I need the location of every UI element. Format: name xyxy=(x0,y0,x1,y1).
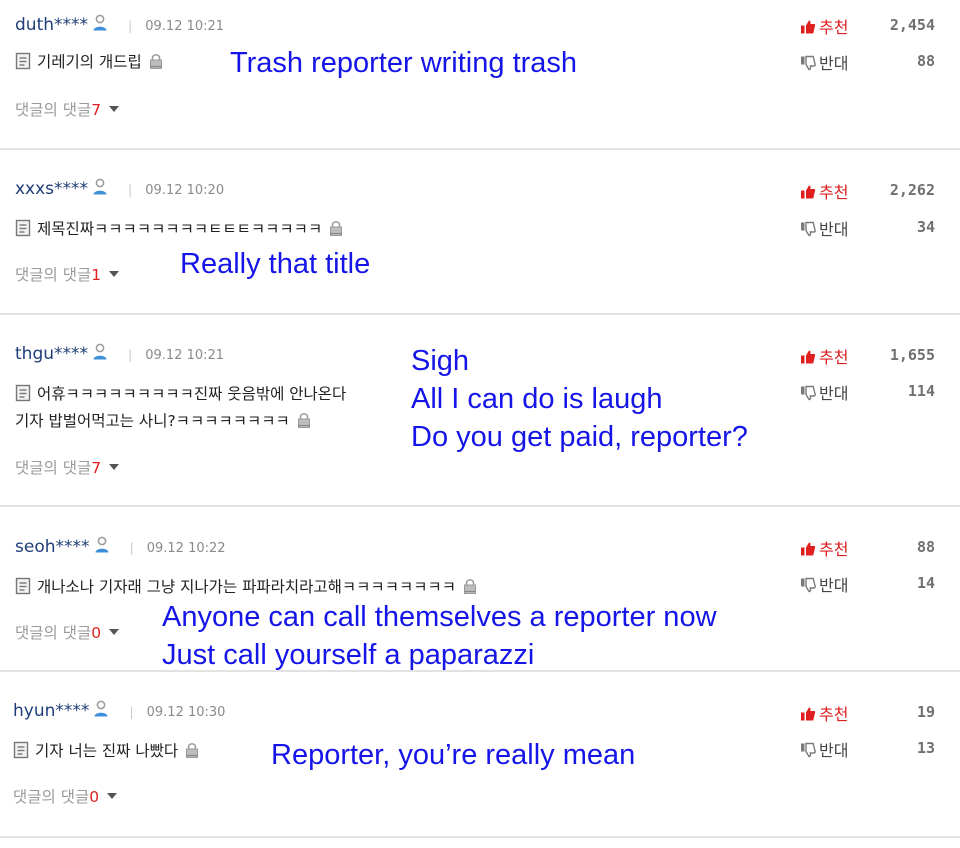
translation: Anyone can call themselves a reporter no… xyxy=(162,601,717,671)
person-icon xyxy=(91,343,109,361)
caret-down-icon xyxy=(107,793,118,799)
downvote-count: 114 xyxy=(907,382,935,400)
divider: | xyxy=(129,705,134,719)
upvote-button[interactable]: 추천 xyxy=(800,536,848,560)
caret-down-icon xyxy=(109,629,120,635)
comment-item: thgu**** | 09.12 10:21 어휴ㅋㅋㅋㅋㅋㅋㅋㅋㅋ진짜 웃음밖… xyxy=(0,315,960,507)
comment-header: hyun**** | 09.12 10:30 xyxy=(13,700,225,721)
person-icon xyxy=(93,536,111,554)
translation: Reporter, you’re really mean xyxy=(271,739,636,771)
comment-text: 기자 너는 진짜 나빴다 xyxy=(13,738,200,765)
thumbs-down-icon xyxy=(800,742,816,758)
thumbs-up-icon xyxy=(800,184,816,200)
caret-down-icon xyxy=(109,464,120,470)
lock-icon[interactable] xyxy=(296,411,312,429)
document-icon xyxy=(15,219,31,237)
lock-icon[interactable] xyxy=(328,219,344,237)
comment-text: 개나소나 기자래 그냥 지나가는 파파라치라고해ㅋㅋㅋㅋㅋㅋㅋㅋ xyxy=(15,574,478,601)
downvote-button[interactable]: 반대 xyxy=(800,572,848,596)
lock-icon[interactable] xyxy=(148,52,164,70)
upvote-count: 19 xyxy=(916,703,935,721)
caret-down-icon xyxy=(109,271,120,277)
comment-text: 기레기의 개드립 xyxy=(15,49,164,76)
reply-count: 7 xyxy=(91,459,102,477)
username[interactable]: xxxs**** xyxy=(15,179,88,199)
comment-item: hyun**** | 09.12 10:30 기자 너는 진짜 나빴다 Repo… xyxy=(0,672,960,838)
replies-toggle[interactable]: 댓글의 댓글7 xyxy=(15,98,120,120)
downvote-count: 13 xyxy=(916,739,935,757)
lock-icon[interactable] xyxy=(184,741,200,759)
upvote-button[interactable]: 추천 xyxy=(800,344,848,368)
divider: | xyxy=(129,541,134,555)
username[interactable]: hyun**** xyxy=(13,701,89,721)
username[interactable]: seoh**** xyxy=(15,537,90,557)
upvote-button[interactable]: 추천 xyxy=(800,701,848,725)
comment-item: duth**** | 09.12 10:21 기레기의 개드립 Trash re… xyxy=(0,0,960,150)
reply-count: 0 xyxy=(89,788,100,806)
downvote-count: 14 xyxy=(916,574,935,592)
divider: | xyxy=(128,348,133,362)
thumbs-up-icon xyxy=(800,541,816,557)
reply-count: 7 xyxy=(91,101,102,119)
timestamp: 09.12 10:30 xyxy=(146,705,226,720)
comment-item: seoh**** | 09.12 10:22 개나소나 기자래 그냥 지나가는 … xyxy=(0,507,960,672)
thumbs-up-icon xyxy=(800,19,816,35)
person-icon xyxy=(91,14,109,32)
caret-down-icon xyxy=(109,106,120,112)
downvote-button[interactable]: 반대 xyxy=(800,50,848,74)
replies-toggle[interactable]: 댓글의 댓글0 xyxy=(13,785,118,807)
replies-toggle[interactable]: 댓글의 댓글7 xyxy=(15,456,120,478)
document-icon xyxy=(13,741,29,759)
downvote-count: 34 xyxy=(916,218,935,236)
upvote-count: 2,454 xyxy=(889,16,935,34)
timestamp: 09.12 10:21 xyxy=(145,348,225,363)
comment-header: xxxs**** | 09.12 10:20 xyxy=(15,178,224,199)
upvote-button[interactable]: 추천 xyxy=(800,14,848,38)
comment-header: thgu**** | 09.12 10:21 xyxy=(15,343,224,364)
downvote-button[interactable]: 반대 xyxy=(800,216,848,240)
translation: Sigh All I can do is laugh Do you get pa… xyxy=(411,345,748,453)
comment-header: duth**** | 09.12 10:21 xyxy=(15,14,224,35)
timestamp: 09.12 10:22 xyxy=(146,541,226,556)
comment-header: seoh**** | 09.12 10:22 xyxy=(15,536,226,557)
comment-text: 제목진짜ㅋㅋㅋㅋㅋㅋㅋㅋㅌㅌㅌㅋㅋㅋㅋㅋ xyxy=(15,216,344,243)
timestamp: 09.12 10:20 xyxy=(145,183,225,198)
reply-count: 1 xyxy=(91,266,102,284)
upvote-count: 1,655 xyxy=(889,346,935,364)
downvote-count: 88 xyxy=(916,52,935,70)
upvote-count: 2,262 xyxy=(889,181,935,199)
document-icon xyxy=(15,52,31,70)
person-icon xyxy=(91,178,109,196)
lock-icon[interactable] xyxy=(462,577,478,595)
translation: Really that title xyxy=(180,248,371,280)
thumbs-up-icon xyxy=(800,706,816,722)
upvote-button[interactable]: 추천 xyxy=(800,179,848,203)
translation: Trash reporter writing trash xyxy=(230,47,578,79)
downvote-button[interactable]: 반대 xyxy=(800,380,848,404)
username[interactable]: duth**** xyxy=(15,15,88,35)
divider: | xyxy=(128,183,133,197)
thumbs-down-icon xyxy=(800,221,816,237)
upvote-count: 88 xyxy=(916,538,935,556)
document-icon xyxy=(15,577,31,595)
person-icon xyxy=(92,700,110,718)
thumbs-up-icon xyxy=(800,349,816,365)
comment-text: 어휴ㅋㅋㅋㅋㅋㅋㅋㅋㅋ진짜 웃음밖에 안나온다 기자 밥벌어먹고는 사니?ㅋㅋㅋ… xyxy=(15,384,347,430)
divider: | xyxy=(128,19,133,33)
replies-toggle[interactable]: 댓글의 댓글0 xyxy=(15,621,120,643)
replies-toggle[interactable]: 댓글의 댓글1 xyxy=(15,263,120,285)
comment-item: xxxs**** | 09.12 10:20 제목진짜ㅋㅋㅋㅋㅋㅋㅋㅋㅌㅌㅌㅋㅋ… xyxy=(0,150,960,315)
reply-count: 0 xyxy=(91,624,102,642)
downvote-button[interactable]: 반대 xyxy=(800,737,848,761)
timestamp: 09.12 10:21 xyxy=(145,19,225,34)
thumbs-down-icon xyxy=(800,577,816,593)
thumbs-down-icon xyxy=(800,385,816,401)
thumbs-down-icon xyxy=(800,55,816,71)
document-icon xyxy=(15,384,31,402)
username[interactable]: thgu**** xyxy=(15,344,88,364)
